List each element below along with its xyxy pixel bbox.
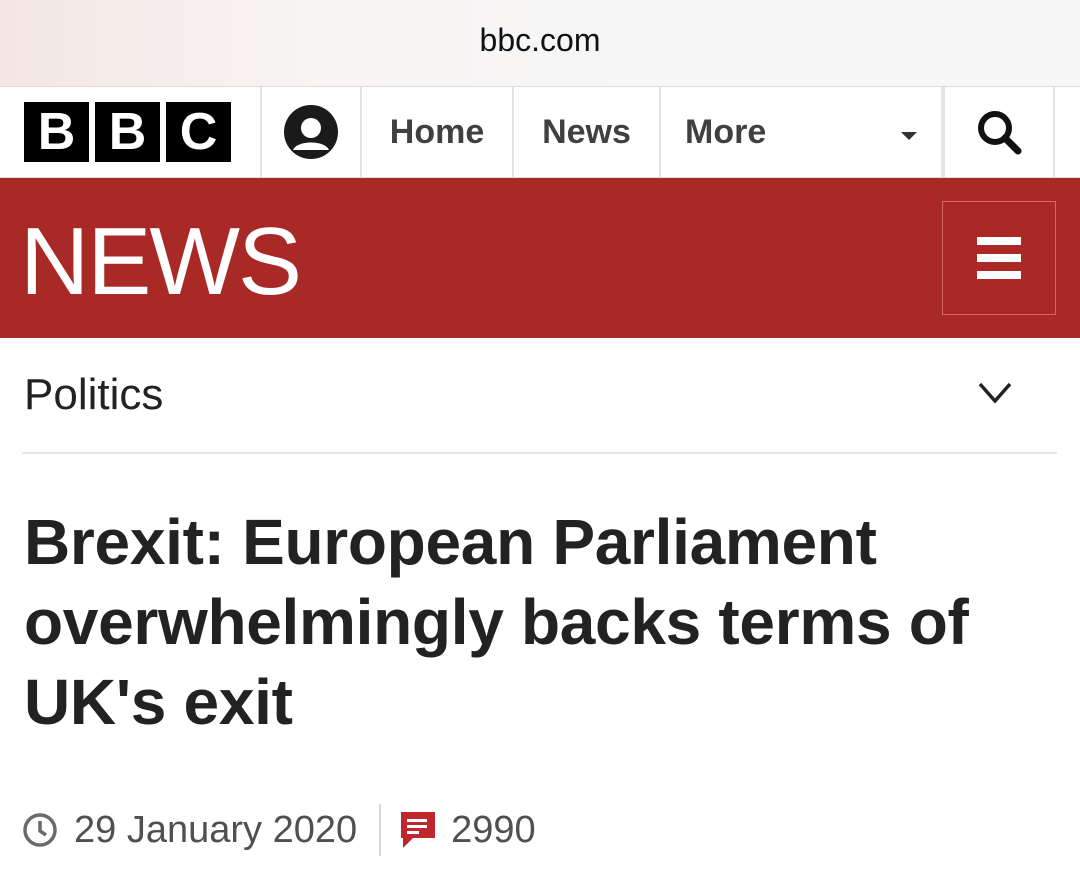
nav-home-link[interactable]: Home: [362, 87, 514, 177]
nav-news-link[interactable]: News: [514, 87, 661, 177]
article-date: 29 January 2020: [74, 808, 358, 851]
news-wordmark[interactable]: NEWS: [20, 214, 302, 310]
caret-down-icon: [901, 132, 917, 140]
section-dropdown[interactable]: Politics: [22, 340, 1057, 454]
address-text[interactable]: bbc.com: [480, 22, 601, 59]
clock-icon: [23, 813, 57, 847]
menu-button[interactable]: [942, 201, 1056, 315]
article-meta: 29 January 2020 2990: [22, 800, 536, 860]
bbc-logo-block-2: B: [95, 102, 160, 162]
search-icon: [978, 111, 1022, 155]
article-headline: Brexit: European Parliament overwhelming…: [24, 506, 969, 738]
bbc-logo-block-3: C: [166, 102, 231, 162]
nav-home-label: Home: [389, 112, 485, 151]
hamburger-menu-icon: [977, 237, 1021, 279]
nav-more-label: More: [685, 112, 767, 151]
chevron-down-icon: [978, 382, 1012, 404]
comment-count[interactable]: 2990: [451, 809, 536, 852]
account-button[interactable]: [262, 87, 362, 177]
bbc-logo[interactable]: B B C: [0, 87, 262, 177]
bbc-logo-block-1: B: [24, 102, 89, 162]
nav-news-label: News: [542, 112, 631, 151]
bbc-global-nav: B B C Home News More: [0, 86, 1080, 178]
search-button[interactable]: [943, 87, 1055, 177]
comment-icon[interactable]: [399, 810, 437, 850]
account-icon: [284, 105, 338, 159]
browser-address-bar[interactable]: bbc.com: [0, 0, 1080, 86]
news-brand-band: NEWS: [0, 178, 1080, 338]
meta-divider: [379, 804, 382, 856]
nav-more-dropdown[interactable]: More: [661, 87, 943, 177]
section-label: Politics: [24, 370, 164, 419]
